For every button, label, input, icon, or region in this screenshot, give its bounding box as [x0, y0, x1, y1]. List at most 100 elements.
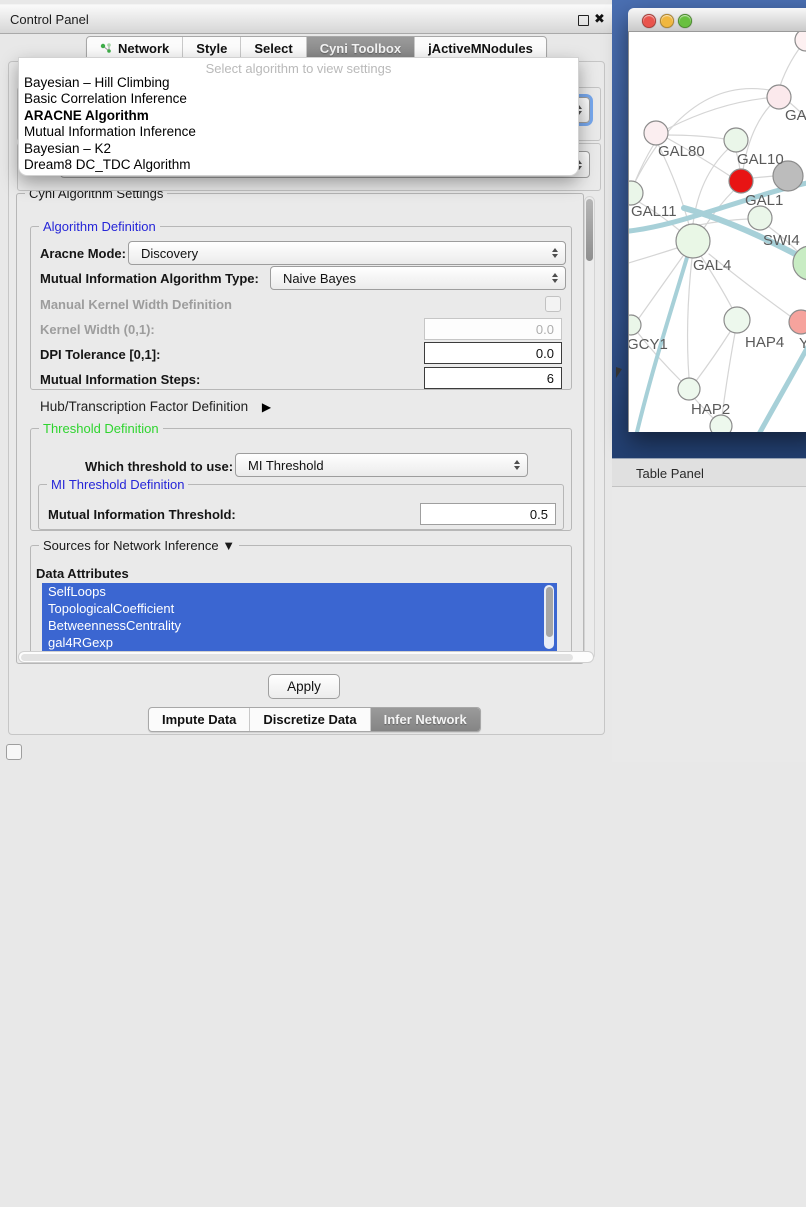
attributes-list-scrollbar[interactable]	[544, 585, 554, 649]
algorithm-popup-item[interactable]: Bayesian – K2	[19, 141, 578, 157]
bottom-tabbar: Impute Data Discretize Data Infer Networ…	[148, 707, 481, 732]
zoom-traffic-light-icon[interactable]	[678, 14, 692, 28]
network-node-label: HAP4	[745, 334, 784, 351]
mi-steps-value: 6	[547, 371, 554, 386]
which-threshold-value: MI Threshold	[248, 458, 324, 473]
tab-label: Impute Data	[162, 712, 236, 727]
hub-transcription-expander[interactable]: Hub/Transcription Factor Definition ▶	[40, 399, 271, 414]
network-canvas[interactable]: GALGAL80GAL10GAL1GAL11SWI4GAL4GCY1HAP4YH…	[628, 32, 806, 432]
network-node[interactable]	[724, 307, 750, 333]
manual-kernel-checkbox[interactable]	[545, 296, 561, 312]
network-node[interactable]	[644, 121, 668, 145]
combo-stepper-icon	[552, 273, 558, 283]
tab-label: jActiveMNodules	[428, 41, 533, 56]
close-traffic-light-icon[interactable]	[642, 14, 656, 28]
network-edge[interactable]	[667, 135, 725, 139]
algorithm-popup-item[interactable]: Dream8 DC_TDC Algorithm	[19, 157, 578, 173]
data-attribute-item[interactable]: gal4RGexp	[42, 634, 557, 651]
apply-button-label: Apply	[287, 679, 321, 694]
dpi-tolerance-field[interactable]: 0.0	[424, 342, 562, 364]
expander-down-icon[interactable]: ▼	[222, 538, 235, 553]
mouse-cursor	[616, 367, 622, 378]
which-threshold-combobox[interactable]: MI Threshold	[235, 453, 528, 477]
kernel-width-value: 0.0	[536, 322, 554, 337]
tab-label: Cyni Toolbox	[320, 41, 401, 56]
data-attributes-label: Data Attributes	[36, 566, 129, 581]
scrollbar-thumb[interactable]	[21, 654, 573, 661]
network-node[interactable]	[629, 181, 643, 205]
network-node-label: Y	[799, 335, 806, 352]
mi-threshold-value: 0.5	[530, 507, 548, 522]
network-node-label: SWI4	[763, 232, 800, 249]
aracne-mode-value: Discovery	[141, 246, 198, 261]
data-attributes-list[interactable]: SelfLoopsTopologicalCoefficientBetweenne…	[42, 583, 557, 651]
aracne-mode-combobox[interactable]: Discovery	[128, 241, 566, 265]
data-attribute-item[interactable]: SelfLoops	[42, 583, 557, 600]
network-edge[interactable]	[696, 332, 730, 381]
network-tab-icon	[100, 42, 113, 55]
expander-right-icon[interactable]: ▶	[262, 400, 271, 414]
aracne-mode-label: Aracne Mode:	[40, 246, 126, 261]
network-node[interactable]	[729, 169, 753, 193]
network-node[interactable]	[678, 378, 700, 400]
settings-vertical-scrollbar[interactable]	[584, 196, 595, 660]
network-node-label: GAL	[785, 107, 806, 124]
tab-infer-network[interactable]: Infer Network	[371, 708, 480, 731]
network-window-titlebar[interactable]	[628, 8, 806, 32]
close-icon[interactable]: ✖	[594, 11, 605, 27]
network-node[interactable]	[676, 224, 710, 258]
algorithm-popup: Select algorithm to view settings Bayesi…	[18, 57, 579, 176]
minimize-traffic-light-icon[interactable]	[660, 14, 674, 28]
network-node-label: GAL11	[631, 203, 677, 220]
control-panel-titlebar: Control Panel ✖	[0, 4, 612, 34]
scrollbar-thumb[interactable]	[586, 199, 593, 261]
algorithm-popup-item[interactable]: Basic Correlation Inference	[19, 91, 578, 107]
tab-impute-data[interactable]: Impute Data	[149, 708, 250, 731]
group-title: MI Threshold Definition	[47, 477, 188, 492]
algorithm-popup-item[interactable]: ARACNE Algorithm	[19, 108, 578, 124]
table-panel-title: Table Panel	[636, 466, 704, 481]
data-attribute-item[interactable]: TopologicalCoefficient	[42, 600, 557, 617]
network-edge[interactable]	[667, 97, 779, 129]
tab-label: Style	[196, 41, 227, 56]
network-node-label: GAL4	[693, 257, 731, 274]
group-title: Algorithm Definition	[39, 219, 160, 234]
network-node[interactable]	[767, 85, 791, 109]
tab-label: Infer Network	[384, 712, 467, 727]
algorithm-popup-item[interactable]: Mutual Information Inference	[19, 124, 578, 140]
mi-steps-field[interactable]: 6	[424, 367, 562, 389]
tab-label: Select	[254, 41, 292, 56]
apply-button[interactable]: Apply	[268, 674, 340, 699]
combo-stepper-icon	[514, 460, 520, 470]
tab-label: Network	[118, 41, 169, 56]
table-panel-titlebar: Table Panel	[612, 458, 806, 487]
mi-threshold-label: Mutual Information Threshold:	[48, 507, 236, 522]
settings-horizontal-scrollbar[interactable]	[18, 651, 594, 663]
dpi-tolerance-value: 0.0	[536, 346, 554, 361]
network-node-label: GAL10	[737, 151, 784, 168]
hub-expander-label: Hub/Transcription Factor Definition	[40, 399, 248, 414]
mi-type-combobox[interactable]: Naive Bayes	[270, 266, 566, 290]
data-attribute-item[interactable]: BetweennessCentrality	[42, 617, 557, 634]
network-node[interactable]	[748, 206, 772, 230]
algorithm-popup-item[interactable]: Bayesian – Hill Climbing	[19, 75, 578, 91]
network-node[interactable]	[789, 310, 806, 334]
which-threshold-label: Which threshold to use:	[85, 459, 233, 474]
tab-label: Discretize Data	[263, 712, 356, 727]
network-edge[interactable]	[752, 176, 774, 178]
mi-threshold-field[interactable]: 0.5	[420, 503, 556, 525]
dpi-tolerance-label: DPI Tolerance [0,1]:	[40, 347, 160, 362]
float-window-icon[interactable]	[578, 15, 589, 26]
mi-type-value: Naive Bayes	[283, 271, 356, 286]
network-canvas-svg: GALGAL80GAL10GAL1GAL11SWI4GAL4GCY1HAP4YH…	[629, 32, 806, 432]
network-edge[interactable]	[688, 258, 692, 378]
network-edge[interactable]	[629, 248, 677, 264]
tab-discretize-data[interactable]: Discretize Data	[250, 708, 370, 731]
scrollbar-thumb[interactable]	[546, 587, 553, 637]
network-node[interactable]	[724, 128, 748, 152]
minimized-panel-icon[interactable]	[6, 744, 22, 760]
network-node[interactable]	[795, 32, 806, 51]
group-title: Threshold Definition	[39, 421, 163, 436]
network-node-label: HAP2	[691, 401, 730, 418]
network-node-label: GAL80	[658, 143, 705, 160]
